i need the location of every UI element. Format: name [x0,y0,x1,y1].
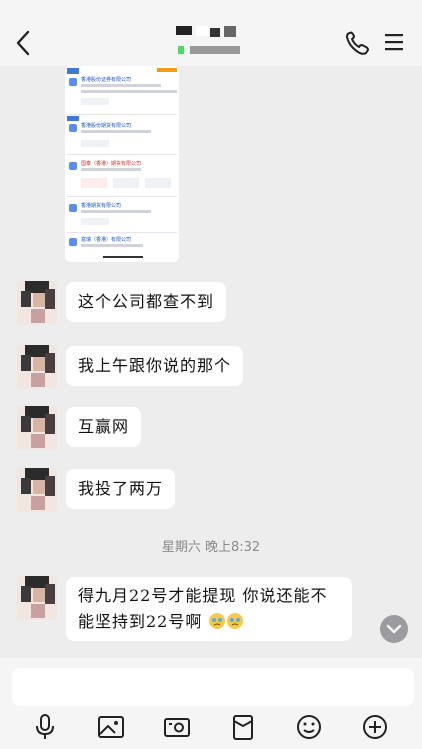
phone-call-icon[interactable] [344,30,372,56]
message-bubble[interactable]: 这个公司都查不到 [66,282,227,322]
menu-icon[interactable] [384,32,404,52]
red-envelope-icon[interactable] [228,712,258,742]
timestamp: 星期六 晚上8:32 [161,540,261,555]
message-bubble[interactable]: 得九月22号才能提现 你说还能不能坚持到22号啊 [66,577,352,641]
camera-icon[interactable] [162,712,192,742]
message-bubble[interactable]: 我投了两万 [66,469,176,509]
emoji-icon[interactable] [294,712,324,742]
contact-name-redacted [176,26,240,54]
contact-avatar[interactable] [17,345,57,389]
crying-emoji-icon [227,613,244,629]
microphone-icon[interactable] [30,712,60,742]
chevron-down-icon [386,624,402,634]
screenshot-row: 香港股份期货有限公司 [67,116,177,155]
avatar-pixelated [17,576,57,620]
back-icon[interactable] [12,28,34,58]
input-bar [0,658,422,749]
screenshot-row: 香港股份证券有限公司 [67,68,177,115]
crying-emoji-icon [209,613,226,629]
message-bubble[interactable]: 互赢网 [66,407,142,447]
screenshot-row: 富瑞（香港）有限公司 [67,234,177,260]
contact-avatar[interactable] [17,281,57,325]
shared-screenshot-image[interactable]: 香港股份证券有限公司 香港股份期货有限公司 国泰（香港）期货有限公司 香港期货有… [65,66,179,262]
avatar-pixelated [17,468,57,512]
chat-header [0,0,422,66]
screenshot-row: 香港期货有限公司 [67,198,177,233]
message-input[interactable] [12,668,414,706]
avatar-pixelated [17,406,57,450]
contact-avatar[interactable] [17,406,57,450]
contact-avatar[interactable] [17,468,57,512]
add-icon[interactable] [360,712,390,742]
avatar-pixelated [17,281,57,325]
message-bubble[interactable]: 我上午跟你说的那个 [66,346,244,386]
message-text: 得九月22号才能提现 你说还能不能坚持到22号啊 [78,586,328,631]
contact-avatar[interactable] [17,576,57,620]
image-icon[interactable] [96,712,126,742]
scroll-down-button[interactable] [380,615,408,643]
screenshot-row: 国泰（香港）期货有限公司 [67,156,177,197]
avatar-pixelated [17,345,57,389]
